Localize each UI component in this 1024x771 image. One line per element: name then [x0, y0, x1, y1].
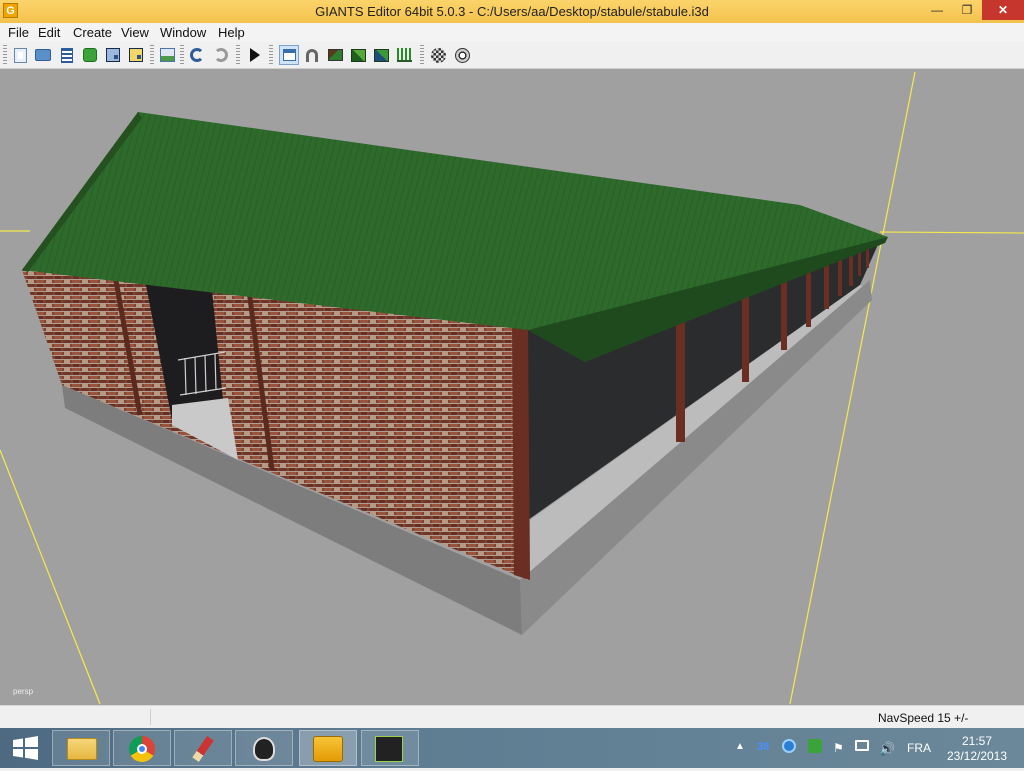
foliage-paint-button[interactable]	[348, 45, 368, 65]
camera-label: persp	[13, 687, 34, 696]
maximize-button[interactable]: ❐	[952, 0, 982, 20]
clock-date: 23/12/2013	[946, 749, 1008, 763]
window-title: GIANTS Editor 64bit 5.0.3 - C:/Users/aa/…	[315, 4, 709, 19]
tray-update-icon[interactable]	[782, 739, 796, 753]
network-icon[interactable]	[855, 740, 869, 751]
language-indicator[interactable]: FRA	[907, 741, 931, 755]
play-button[interactable]	[245, 45, 265, 65]
save-as-icon	[129, 48, 143, 62]
select-icon	[282, 49, 296, 61]
clock-time: 21:57	[961, 734, 993, 748]
tray-badge[interactable]: 38	[757, 741, 769, 753]
magnet-icon	[306, 48, 318, 62]
taskbar-file-explorer[interactable]	[52, 730, 110, 766]
taskbar-inkscape[interactable]	[235, 730, 293, 766]
menu-view[interactable]: View	[121, 25, 149, 40]
start-button[interactable]	[0, 728, 50, 768]
refresh-icon	[83, 48, 97, 62]
undo-icon	[190, 48, 204, 62]
close-button[interactable]: ✕	[982, 0, 1024, 20]
windows-logo-icon	[13, 736, 38, 760]
toolbar-separator	[180, 45, 184, 65]
save-icon	[106, 48, 120, 62]
new-icon	[13, 47, 27, 63]
toolbar-separator	[236, 45, 240, 65]
status-bar: NavSpeed 15 +/-	[0, 705, 1024, 729]
volume-icon[interactable]: 🔊	[879, 741, 895, 757]
taskbar-paint-tool[interactable]	[174, 730, 232, 766]
scene-render	[0, 71, 1024, 705]
grass-paint-icon	[396, 48, 412, 62]
minimize-button[interactable]: —	[922, 0, 952, 20]
properties-icon	[61, 47, 73, 63]
filter-icon	[430, 47, 446, 63]
chrome-center-icon	[137, 744, 147, 754]
menu-edit[interactable]: Edit	[38, 25, 60, 40]
terrain-paint-icon	[327, 49, 343, 61]
save-as-button[interactable]	[126, 45, 146, 65]
new-scene-button[interactable]	[10, 45, 30, 65]
menu-bar: File Edit Create View Window Help	[0, 23, 1024, 42]
fps-icon	[454, 47, 470, 63]
undo-button[interactable]	[187, 45, 207, 65]
pencil-icon	[192, 736, 214, 762]
taskbar: ▲ 38 ⚑ 🔊 FRA 21:57 23/12/2013	[0, 728, 1024, 768]
properties-button[interactable]	[57, 45, 77, 65]
notepad-plus-plus-icon	[375, 736, 403, 762]
redo-icon	[214, 48, 228, 62]
grass-paint-button[interactable]	[394, 45, 414, 65]
play-icon	[250, 48, 260, 62]
foliage-erase-icon	[373, 48, 389, 62]
status-separator	[150, 709, 151, 725]
toolbar-separator	[420, 45, 424, 65]
foliage-paint-icon	[350, 48, 366, 62]
menu-create[interactable]: Create	[73, 25, 112, 40]
toolbar-separator	[269, 45, 273, 65]
import-icon	[159, 48, 175, 62]
fps-button[interactable]	[452, 45, 472, 65]
open-button[interactable]	[33, 45, 53, 65]
toolbar	[0, 42, 1024, 69]
giants-editor-icon	[313, 736, 343, 762]
toolbar-grip	[3, 45, 7, 65]
menu-file[interactable]: File	[8, 25, 29, 40]
taskbar-chrome[interactable]	[113, 730, 171, 766]
inkscape-icon	[253, 737, 275, 761]
menu-window[interactable]: Window	[160, 25, 206, 40]
navspeed-readout: NavSpeed 15 +/-	[878, 711, 969, 725]
refresh-button[interactable]	[80, 45, 100, 65]
tray-expand-icon[interactable]: ▲	[735, 741, 745, 752]
menu-help[interactable]: Help	[218, 25, 245, 40]
open-icon	[35, 49, 51, 61]
taskbar-giants-editor[interactable]	[299, 730, 357, 766]
corner-post	[512, 320, 530, 580]
title-bar: G GIANTS Editor 64bit 5.0.3 - C:/Users/a…	[0, 0, 1024, 23]
terrain-paint-button[interactable]	[325, 45, 345, 65]
folder-icon	[67, 738, 97, 760]
tray-security-icon[interactable]	[808, 739, 822, 753]
magnet-tool-button[interactable]	[302, 45, 322, 65]
select-tool-button[interactable]	[279, 45, 299, 65]
save-button[interactable]	[103, 45, 123, 65]
action-center-flag-icon[interactable]: ⚑	[833, 741, 844, 755]
foliage-erase-button[interactable]	[371, 45, 391, 65]
redo-button[interactable]	[211, 45, 231, 65]
filter-button[interactable]	[428, 45, 448, 65]
taskbar-notepad-plus-plus[interactable]	[361, 730, 419, 766]
clock[interactable]: 21:57 23/12/2013	[944, 734, 1010, 764]
3d-viewport[interactable]: persp	[0, 69, 1024, 705]
toolbar-separator	[150, 45, 154, 65]
import-button[interactable]	[157, 45, 177, 65]
